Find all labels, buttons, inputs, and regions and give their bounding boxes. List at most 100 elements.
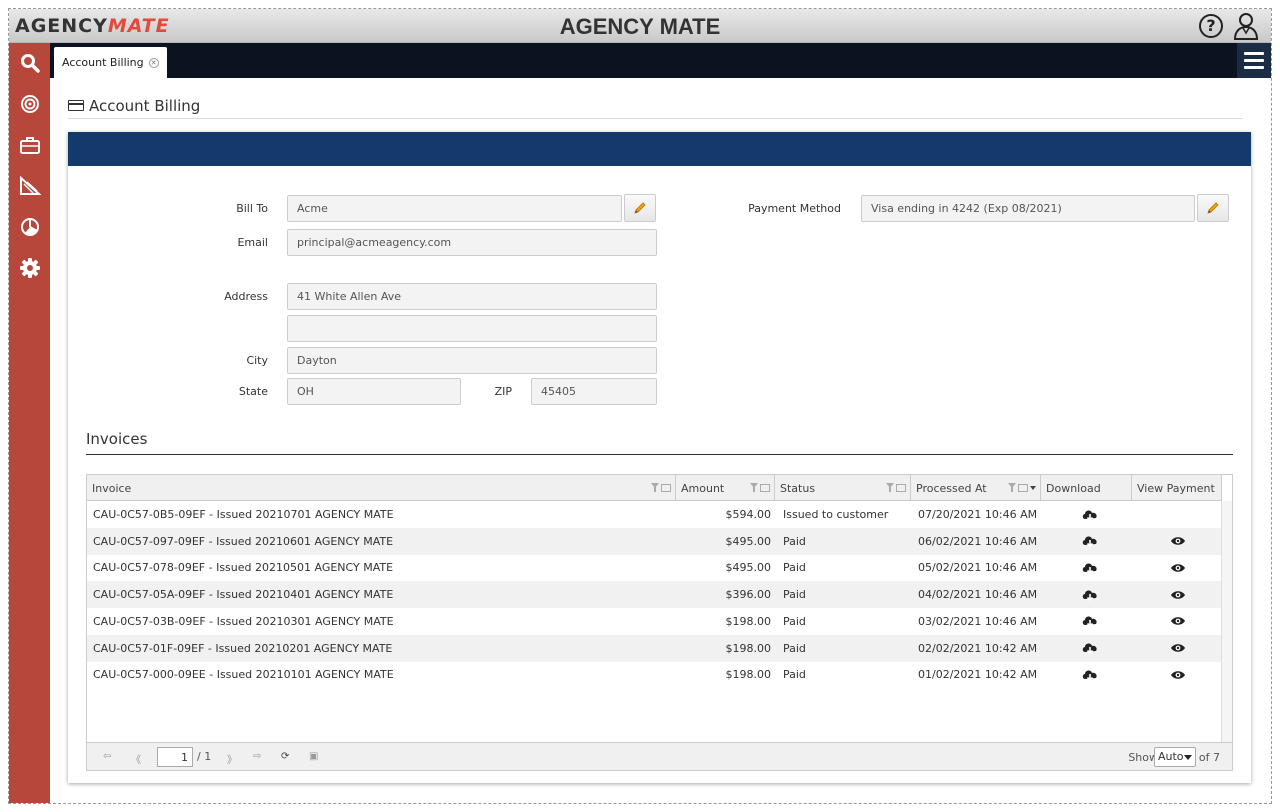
page-total: / 1 [197,750,212,763]
edit-payment-method-button[interactable] [1197,194,1229,222]
table-row[interactable]: CAU-0C57-0B5-09EF - Issued 20210701 AGEN… [87,501,1222,528]
table-row[interactable]: CAU-0C57-078-09EF - Issued 20210501 AGEN… [87,554,1222,581]
amount-cell: $198.00 [725,668,772,682]
email-field[interactable]: principal@acmeagency.com [287,229,657,256]
processed-at-cell: 02/02/2021 10:42 AM [918,641,1038,655]
view-payment-icon[interactable] [1133,661,1222,688]
download-icon[interactable] [1047,501,1132,528]
invoice-cell: CAU-0C57-01F-09EF - Issued 20210201 AGEN… [93,641,393,655]
filter-icon[interactable] [1008,483,1016,492]
download-icon[interactable] [1047,528,1132,555]
zip-label: ZIP [494,385,512,398]
filter-icon[interactable] [651,483,659,492]
view-payment-icon[interactable] [1133,581,1222,608]
column-header-invoice[interactable]: Invoice [87,475,676,501]
grid-pager: ⇦ 《 1 / 1 》 ⇨ ⟳ ▣ Show Auto of 7 [87,742,1232,770]
invoice-cell: CAU-0C57-078-09EF - Issued 20210501 AGEN… [93,561,394,575]
amount-cell: $594.00 [725,508,772,521]
download-icon[interactable] [1047,661,1132,688]
payment-method-label: Payment Method [748,202,841,215]
hamburger-menu-button[interactable] [1237,43,1271,78]
refresh-icon[interactable]: ⟳ [281,751,289,762]
status-cell: Paid [783,588,806,602]
page-size-select[interactable]: Auto [1154,747,1196,767]
payment-method-field[interactable]: Visa ending in 4242 (Exp 08/2021) [861,195,1195,222]
city-field[interactable]: Dayton [287,347,657,374]
last-page-icon[interactable]: ⇨ [253,751,261,762]
table-row[interactable]: CAU-0C57-000-09EE - Issued 20210101 AGEN… [87,661,1222,688]
download-icon[interactable] [1047,635,1132,662]
column-header-download: Download [1041,475,1132,501]
zip-field[interactable]: 45405 [531,378,657,405]
grid-scrollbar[interactable] [1221,501,1232,744]
bill-to-label: Bill To [236,202,268,215]
amount-cell: $495.00 [725,534,772,548]
group-icon[interactable] [760,484,770,492]
download-icon[interactable] [1047,554,1132,581]
amount-cell: $198.00 [725,614,772,628]
status-cell: Paid [783,614,806,628]
view-payment-icon[interactable] [1133,528,1222,555]
status-cell: Paid [783,641,806,655]
download-icon[interactable] [1047,581,1132,608]
status-cell: Paid [783,534,806,548]
pencil-icon [634,202,646,214]
filter-icon[interactable] [886,483,894,492]
previous-page-icon[interactable]: 《 [131,751,141,766]
page-header: Account Billing [68,93,1243,119]
group-icon[interactable] [1018,484,1028,492]
sort-desc-icon[interactable] [1030,486,1036,490]
table-row[interactable]: CAU-0C57-03B-09EF - Issued 20210301 AGEN… [87,608,1222,635]
edit-bill-to-button[interactable] [624,194,656,222]
close-icon[interactable]: ✕ [148,57,159,68]
address-line2-field[interactable] [287,315,657,342]
table-row[interactable]: CAU-0C57-01F-09EF - Issued 20210201 AGEN… [87,634,1222,662]
invoices-grid: Invoice Amount Status Processed At Downl… [86,474,1233,771]
sidebar-item-targets[interactable] [9,86,50,122]
page-number-input[interactable]: 1 [157,747,193,767]
bill-to-field[interactable]: Acme [287,195,622,222]
table-row[interactable]: CAU-0C57-05A-09EF - Issued 20210401 AGEN… [87,581,1222,609]
sidebar-item-analytics[interactable] [9,209,50,245]
group-icon[interactable] [896,484,906,492]
user-account-icon[interactable] [1233,12,1259,40]
status-cell: Issued to customer [783,508,889,521]
processed-at-cell: 05/02/2021 10:46 AM [918,561,1038,575]
view-payment-icon[interactable] [1133,635,1222,662]
app-window: AGENCYMATE AGENCY MATE ? Account Billing… [8,8,1272,804]
panel-header-bar [68,132,1251,166]
address-line1-field[interactable]: 41 White Allen Ave [287,283,657,310]
group-icon[interactable] [661,484,671,492]
tab-account-billing[interactable]: Account Billing ✕ [54,47,167,78]
invoice-cell: CAU-0C57-0B5-09EF - Issued 20210701 AGEN… [93,508,394,521]
chevron-down-icon [1184,755,1192,760]
view-payment-icon[interactable] [1133,554,1222,581]
first-page-icon[interactable]: ⇦ [103,751,111,762]
sidebar-item-briefcase[interactable] [9,127,50,163]
filter-icon[interactable] [750,483,758,492]
briefcase-icon [19,137,40,154]
help-button[interactable]: ? [1199,14,1223,38]
sidebar-item-search[interactable] [9,45,50,81]
table-row[interactable]: CAU-0C57-097-09EF - Issued 20210601 AGEN… [87,527,1222,555]
top-bar: AGENCYMATE AGENCY MATE ? [9,9,1271,43]
sidebar-item-settings[interactable] [9,250,50,286]
next-page-icon[interactable]: 》 [227,751,237,766]
amount-cell: $495.00 [725,561,772,575]
export-icon[interactable]: ▣ [309,751,318,762]
address-label: Address [224,290,268,303]
invoice-cell: CAU-0C57-097-09EF - Issued 20210601 AGEN… [93,534,394,548]
email-label: Email [237,236,268,249]
invoice-cell: CAU-0C57-000-09EE - Issued 20210101 AGEN… [93,668,394,682]
view-payment-icon[interactable] [1133,608,1222,635]
processed-at-cell: 04/02/2021 10:46 AM [918,588,1038,602]
column-header-status[interactable]: Status [775,475,911,501]
state-label: State [238,385,268,398]
sidebar-item-reports[interactable] [9,168,50,204]
column-header-processed-at[interactable]: Processed At [911,475,1041,501]
invoices-title: Invoices [86,430,148,448]
state-field[interactable]: OH [287,378,461,405]
column-header-amount[interactable]: Amount [676,475,775,501]
download-icon[interactable] [1047,608,1132,635]
invoice-cell: CAU-0C57-05A-09EF - Issued 20210401 AGEN… [93,588,394,602]
